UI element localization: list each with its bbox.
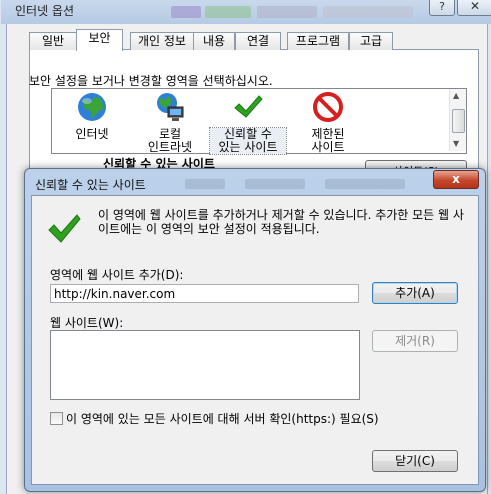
tab-content[interactable]: 내용 [193,32,235,50]
tab-programs[interactable]: 프로그램 [287,32,349,50]
blurred-titlebar-content [171,6,201,18]
zone-scrollbar[interactable]: ▲ ▼ [449,89,466,151]
zone-label: 제한된 사이트 [311,127,345,154]
tab-connections[interactable]: 연결 [235,32,281,50]
help-button[interactable]: ? [429,0,455,16]
https-checkbox-label[interactable]: 이 영역에 있는 모든 사이트에 대해 서버 확인(https:) 필요(S) [66,410,379,427]
restricted-icon [313,92,343,122]
checkmark-icon [48,214,81,243]
blurred-titlebar-content [185,179,225,189]
window-close-button[interactable]: ✕ [457,0,491,16]
url-input[interactable] [50,284,359,303]
checkmark-icon [234,95,263,118]
zone-list[interactable]: 인터넷 로컬 인트라넷 신뢰할 수 있는 사이트 제한된 사이트 ▲ ▼ [51,88,467,155]
zone-restricted-sites[interactable]: 제한된 사이트 [290,91,366,154]
globe-icon [78,93,106,121]
blurred-titlebar-content [257,6,317,18]
trusted-sites-dialog: 신뢰할 수 있는 사이트 x 이 영역에 웹 사이트를 추가하거나 제거할 수 … [24,168,486,492]
blurred-titlebar-content [205,6,251,18]
https-checkbox[interactable] [50,412,63,425]
tab-advanced[interactable]: 고급 [349,32,393,50]
scroll-up-icon[interactable]: ▲ [453,91,459,100]
tab-privacy[interactable]: 개인 정보 [130,32,194,50]
add-site-label: 영역에 웹 사이트 추가(D): [50,268,184,282]
dialog-close-button[interactable]: x [433,170,479,189]
blurred-titlebar-content [323,6,413,18]
tab-security[interactable]: 보안 [76,29,123,51]
dialog-body: 이 영역에 웹 사이트를 추가하거나 제거할 수 있습니다. 추가한 모든 웹 … [31,195,479,485]
dialog-info-text: 이 영역에 웹 사이트를 추가하거나 제거할 수 있습니다. 추가한 모든 웹 … [98,208,464,236]
websites-list[interactable] [50,330,360,400]
zone-prompt: 보안 설정을 보거나 변경할 영역을 선택하십시오. [29,74,273,88]
blurred-titlebar-content [245,179,305,189]
zone-internet[interactable]: 인터넷 [54,91,130,141]
websites-label: 웹 사이트(W): [50,316,124,330]
dialog-title: 신뢰할 수 있는 사이트 [35,178,146,192]
window-title: 인터넷 옵션 [15,4,75,18]
close-button[interactable]: 닫기(C) [372,450,458,472]
tab-general[interactable]: 일반 [29,32,77,50]
add-button[interactable]: 추가(A) [372,282,458,304]
remove-button[interactable]: 제거(R) [372,330,458,352]
zone-trusted-sites[interactable]: 신뢰할 수 있는 사이트 [209,91,287,155]
blurred-titlebar-content [325,179,405,189]
scroll-down-icon[interactable]: ▼ [453,139,459,148]
window-titlebar: 인터넷 옵션 ? ✕ [1,0,491,24]
zone-label: 인터넷 [75,127,109,141]
zone-local-intranet[interactable]: 로컬 인트라넷 [132,91,208,154]
zone-label: 신뢰할 수 있는 사이트 [209,127,287,155]
zone-label: 로컬 인트라넷 [147,127,193,154]
scroll-thumb[interactable] [452,109,465,133]
intranet-icon [157,93,184,121]
